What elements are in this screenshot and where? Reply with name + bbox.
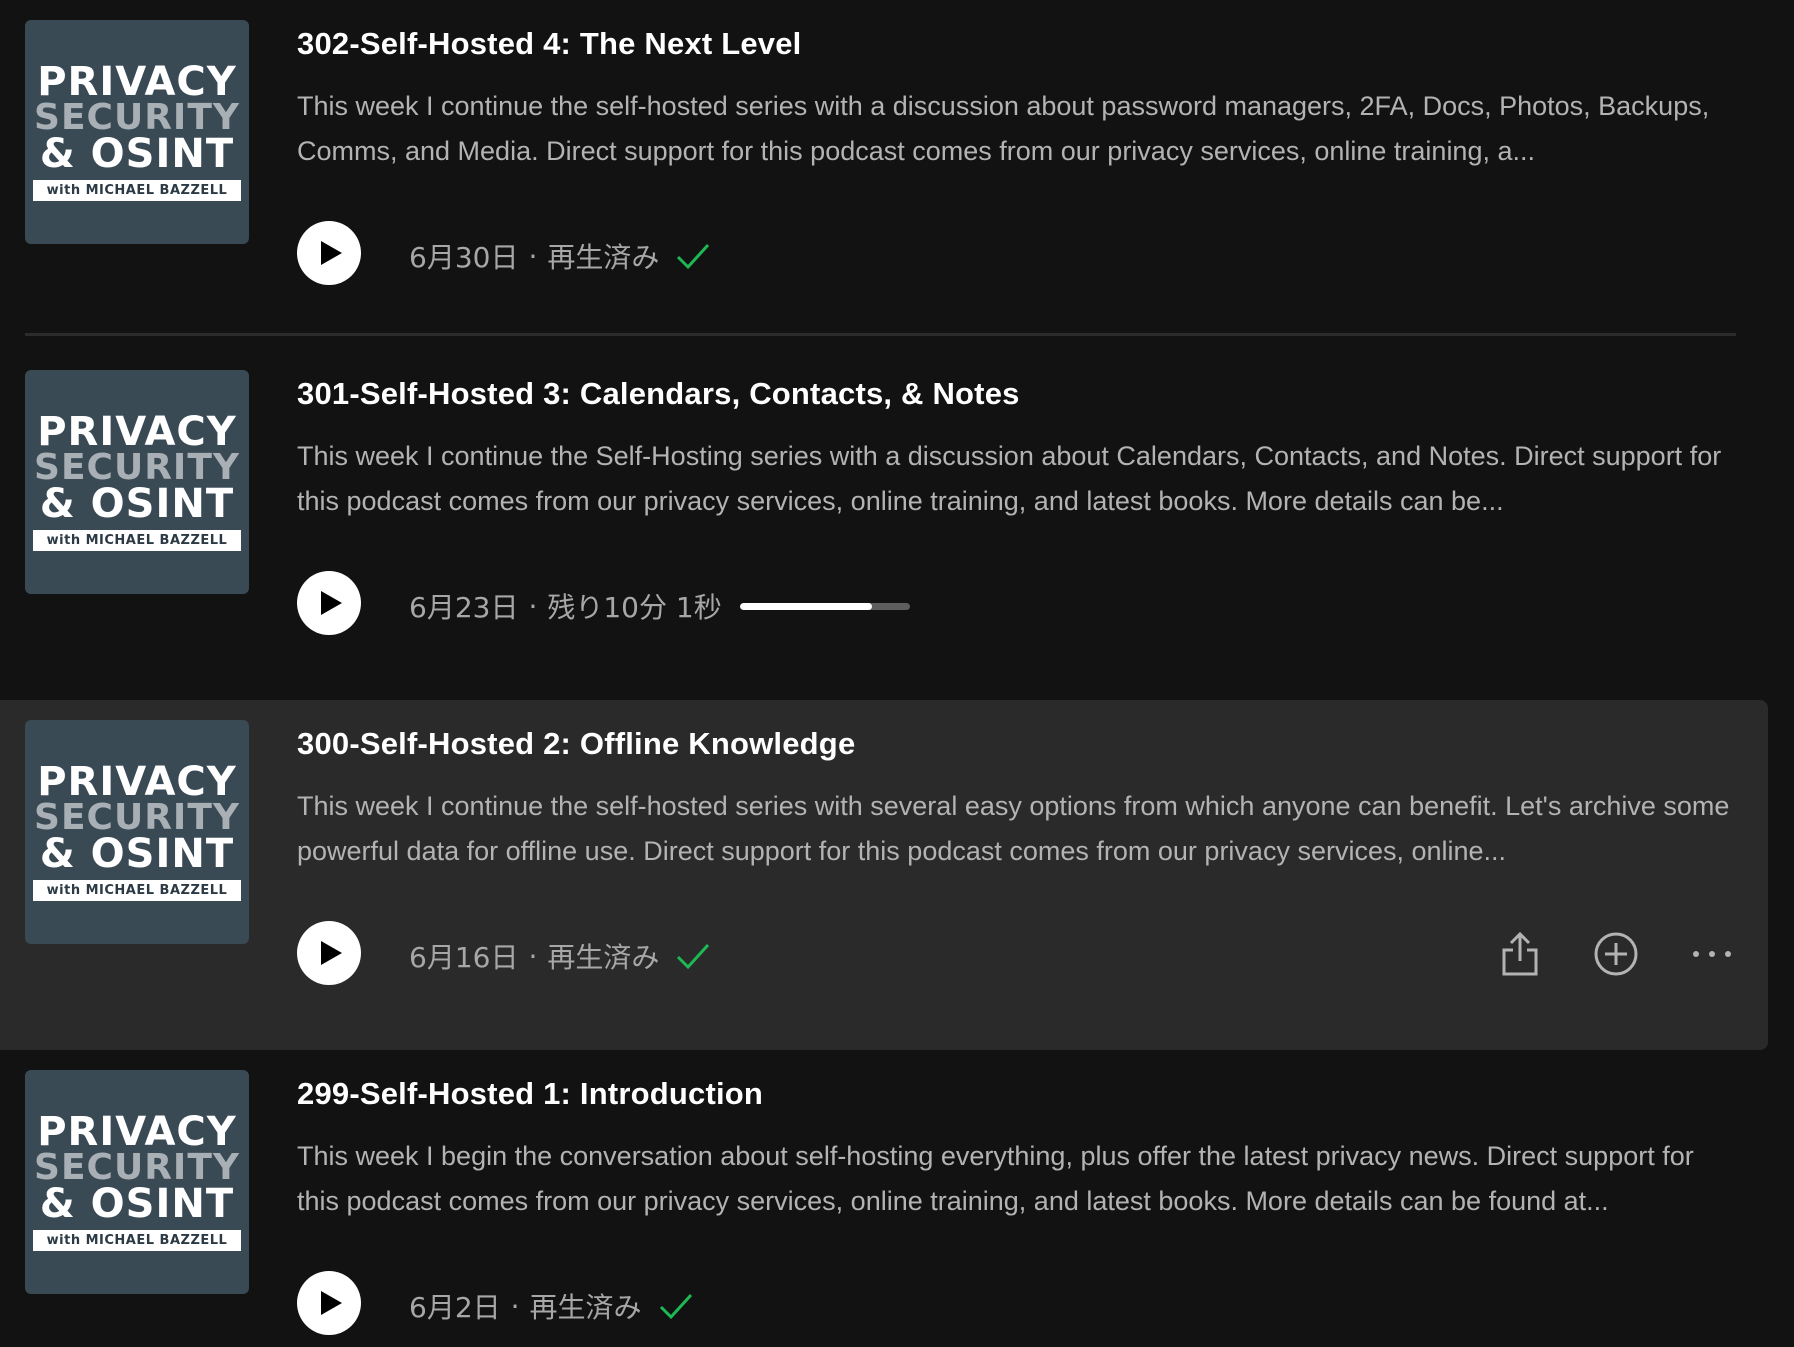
meta-separator: · xyxy=(528,239,538,273)
episode-date: 6月16日 xyxy=(409,941,519,974)
episode-title[interactable]: 301-Self-Hosted 3: Calendars, Contacts, … xyxy=(297,376,1020,412)
episode-description: This week I continue the Self-Hosting se… xyxy=(297,441,1722,516)
plus-circle-icon xyxy=(1594,932,1638,976)
cover-text-line3: & OSINT xyxy=(39,481,235,527)
check-icon xyxy=(677,243,710,270)
play-button[interactable] xyxy=(297,221,361,285)
play-icon xyxy=(321,1291,342,1315)
episode-row[interactable]: PRIVACY SECURITY & OSINT with MICHAEL BA… xyxy=(0,1050,1768,1347)
episode-title[interactable]: 300-Self-Hosted 2: Offline Knowledge xyxy=(297,726,855,762)
cover-text-line1: PRIVACY xyxy=(37,409,237,455)
share-icon xyxy=(1502,931,1538,976)
playback-progress-fill xyxy=(739,602,873,610)
podcast-cover-art: PRIVACY SECURITY & OSINT with MICHAEL BA… xyxy=(25,720,249,944)
cover-text-line1: PRIVACY xyxy=(37,759,237,805)
play-icon xyxy=(321,941,342,965)
episode-date: 6月2日 xyxy=(409,1291,501,1324)
cover-text-line4: with MICHAEL BAZZELL xyxy=(33,1230,241,1251)
episode-meta: 6月30日 · 再生済み xyxy=(409,236,711,276)
more-options-button[interactable] xyxy=(1686,928,1738,980)
played-status: 再生済み xyxy=(529,1291,642,1324)
cover-text-line4: with MICHAEL BAZZELL xyxy=(33,880,241,901)
cover-text-line1: PRIVACY xyxy=(37,1109,237,1155)
play-button[interactable] xyxy=(297,921,361,985)
cover-text-line4: with MICHAEL BAZZELL xyxy=(33,180,241,201)
episode-description: This week I continue the self-hosted ser… xyxy=(297,791,1730,866)
row-divider xyxy=(25,333,1736,336)
episode-row[interactable]: PRIVACY SECURITY & OSINT with MICHAEL BA… xyxy=(0,350,1768,700)
play-button[interactable] xyxy=(297,1271,361,1335)
check-icon xyxy=(677,943,710,970)
meta-separator: · xyxy=(510,1289,520,1323)
episode-title[interactable]: 299-Self-Hosted 1: Introduction xyxy=(297,1076,763,1112)
meta-separator: · xyxy=(528,589,538,623)
cover-text-line3: & OSINT xyxy=(39,1181,235,1227)
cover-text-line3: & OSINT xyxy=(39,831,235,877)
share-button[interactable] xyxy=(1494,928,1546,980)
episode-row[interactable]: PRIVACY SECURITY & OSINT with MICHAEL BA… xyxy=(0,700,1768,1050)
played-status: 再生済み xyxy=(547,941,660,974)
play-icon xyxy=(321,241,342,265)
time-remaining: 残り10分 1秒 xyxy=(547,591,722,624)
cover-text-line1: PRIVACY xyxy=(37,59,237,105)
episode-title[interactable]: 302-Self-Hosted 4: The Next Level xyxy=(297,26,801,62)
episode-meta: 6月23日 · 残り10分 1秒 xyxy=(409,586,910,626)
episode-date: 6月23日 xyxy=(409,591,519,624)
episode-list: PRIVACY SECURITY & OSINT with MICHAEL BA… xyxy=(0,0,1794,1347)
add-to-library-button[interactable] xyxy=(1590,928,1642,980)
podcast-cover-art: PRIVACY SECURITY & OSINT with MICHAEL BA… xyxy=(25,370,249,594)
play-button[interactable] xyxy=(297,571,361,635)
cover-text-line3: & OSINT xyxy=(39,131,235,177)
episode-description: This week I begin the conversation about… xyxy=(297,1141,1694,1216)
episode-date: 6月30日 xyxy=(409,241,519,274)
podcast-cover-art: PRIVACY SECURITY & OSINT with MICHAEL BA… xyxy=(25,1070,249,1294)
more-horizontal-icon xyxy=(1693,951,1731,957)
meta-separator: · xyxy=(528,939,538,973)
check-icon xyxy=(659,1293,692,1320)
play-icon xyxy=(321,591,342,615)
episode-actions xyxy=(1450,928,1738,980)
episode-row[interactable]: PRIVACY SECURITY & OSINT with MICHAEL BA… xyxy=(0,0,1768,350)
episode-meta: 6月2日 · 再生済み xyxy=(409,1286,694,1326)
cover-text-line4: with MICHAEL BAZZELL xyxy=(33,530,241,551)
episode-meta: 6月16日 · 再生済み xyxy=(409,936,711,976)
played-status: 再生済み xyxy=(547,241,660,274)
episode-description: This week I continue the self-hosted ser… xyxy=(297,91,1710,166)
podcast-cover-art: PRIVACY SECURITY & OSINT with MICHAEL BA… xyxy=(25,20,249,244)
playback-progress-bar xyxy=(739,602,910,610)
